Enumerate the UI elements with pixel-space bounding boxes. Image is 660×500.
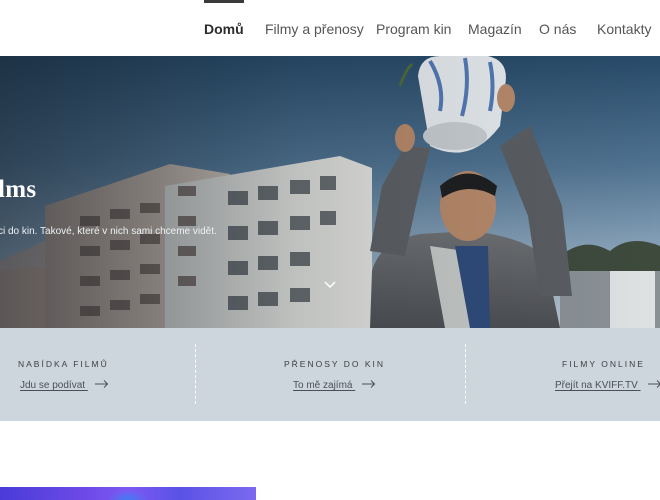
arrow-right-icon [647, 380, 660, 391]
section-broadcasts: PŘENOSY DO KIN To mě zajímá [196, 328, 465, 421]
sections-bar: NABÍDKA FILMŮ Jdu se podívat PŘENOSY DO … [0, 328, 660, 421]
section-online: FILMY ONLINE Přejít na KVIFF.TV [466, 328, 660, 421]
nav-item-about[interactable]: O nás [539, 21, 576, 37]
section-link-label: Přejít na KVIFF.TV [555, 380, 638, 392]
nav-item-home[interactable]: Domů [204, 0, 244, 37]
section-link-online[interactable]: Přejít na KVIFF.TV [555, 380, 660, 391]
nav-item-films-broadcasts[interactable]: Filmy a přenosy [265, 21, 364, 37]
hero-banner: lms ci do kin. Takové, které v nich sami… [0, 56, 660, 328]
main-navigation: Domů Filmy a přenosy Program kin Magazín… [0, 0, 660, 56]
section-heading: PŘENOSY DO KIN [284, 359, 386, 369]
section-link-broadcasts[interactable]: To mě zajímá [293, 380, 376, 391]
section-link-film-offer[interactable]: Jdu se podívat [20, 380, 109, 391]
nav-item-contacts[interactable]: Kontakty [597, 21, 651, 37]
hero-subtitle: ci do kin. Takové, které v nich sami chc… [0, 226, 217, 237]
section-heading: FILMY ONLINE [562, 359, 645, 369]
section-link-label: To mě zajímá [293, 380, 353, 392]
section-film-offer: NABÍDKA FILMŮ Jdu se podívat [0, 328, 195, 421]
section-heading: NABÍDKA FILMŮ [18, 359, 109, 369]
arrow-right-icon [94, 380, 109, 391]
nav-item-magazine[interactable]: Magazín [468, 21, 522, 37]
promo-image[interactable] [0, 487, 256, 500]
chevron-down-icon[interactable] [322, 278, 338, 290]
nav-item-cinema-program[interactable]: Program kin [376, 21, 451, 37]
section-link-label: Jdu se podívat [20, 380, 86, 392]
hero-title: lms [0, 176, 37, 203]
arrow-right-icon [362, 380, 376, 391]
